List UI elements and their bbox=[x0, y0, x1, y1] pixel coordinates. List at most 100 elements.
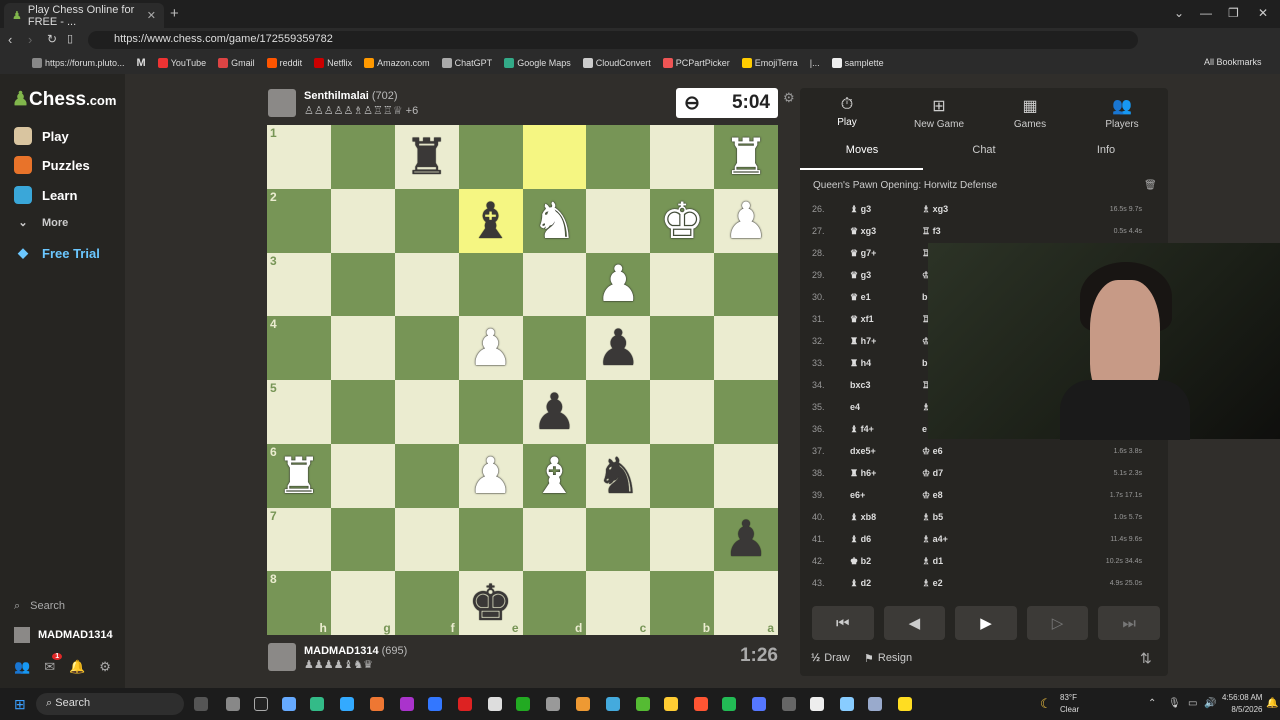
board-square[interactable]: ♟ bbox=[458, 443, 523, 508]
draw-button[interactable]: ½ Draw bbox=[811, 652, 850, 664]
white-move[interactable]: ♜ h4 bbox=[850, 358, 922, 369]
board-square[interactable] bbox=[650, 380, 715, 444]
black-move[interactable]: ♔ e8 bbox=[922, 490, 994, 501]
board-square[interactable] bbox=[586, 380, 651, 444]
nav-learn[interactable]: Learn bbox=[14, 186, 77, 204]
mic-icon[interactable]: 🎙 bbox=[1168, 698, 1181, 709]
board-square[interactable]: e ♚ bbox=[458, 571, 523, 635]
friends-icon[interactable]: 👥 bbox=[14, 659, 30, 675]
black-move[interactable]: ♗ a4+ bbox=[922, 534, 994, 545]
sidebar-search[interactable]: ⌕ Search bbox=[14, 600, 65, 613]
board-square[interactable] bbox=[650, 252, 715, 317]
bookmark-item[interactable]: Netflix bbox=[314, 58, 352, 68]
white-bishop-piece[interactable]: ♝ bbox=[532, 451, 577, 501]
weather-widget[interactable]: 83°F Clear bbox=[1060, 692, 1079, 716]
board-square[interactable] bbox=[586, 188, 651, 253]
board-square[interactable]: ♝ bbox=[522, 443, 587, 508]
white-rook-piece[interactable]: ♜ bbox=[277, 451, 322, 501]
board-square[interactable]: b bbox=[650, 571, 715, 635]
white-move[interactable]: bxc3 bbox=[850, 380, 922, 390]
board-square[interactable] bbox=[394, 380, 459, 444]
board-square[interactable] bbox=[394, 188, 459, 253]
white-move[interactable]: e6+ bbox=[850, 490, 922, 500]
board-square[interactable]: ♟ bbox=[586, 316, 651, 380]
tab-players[interactable]: 👥 Players bbox=[1077, 96, 1167, 130]
board-square[interactable]: 8h bbox=[267, 571, 331, 635]
back-icon[interactable]: ‹ bbox=[8, 32, 12, 47]
app-icon[interactable] bbox=[722, 697, 736, 711]
white-knight-piece[interactable]: ♞ bbox=[532, 196, 577, 246]
opening-name[interactable]: Queen's Pawn Opening: Horwitz Defense bbox=[813, 180, 997, 191]
white-pawn-piece[interactable]: ♟ bbox=[724, 196, 769, 246]
tab-play[interactable]: ⏱ Play bbox=[802, 96, 892, 128]
bookmark-item[interactable]: reddit bbox=[266, 58, 302, 68]
board-square[interactable]: ♟ bbox=[714, 188, 778, 253]
subtab-moves[interactable]: Moves bbox=[802, 144, 922, 156]
app-icon[interactable] bbox=[782, 697, 796, 711]
black-move[interactable]: ♔ d7 bbox=[922, 468, 994, 479]
opponent-name[interactable]: Senthilmalai (702) bbox=[304, 90, 398, 102]
black-knight-piece[interactable]: ♞ bbox=[596, 451, 641, 501]
white-move[interactable]: ♜ h6+ bbox=[850, 468, 922, 479]
board-square[interactable] bbox=[522, 252, 587, 317]
brave-icon[interactable] bbox=[694, 697, 708, 711]
board-square[interactable]: 6 ♜ bbox=[267, 443, 331, 508]
board-square[interactable] bbox=[714, 380, 778, 444]
bookmark-item[interactable]: CloudConvert bbox=[582, 58, 651, 68]
white-move[interactable]: ♝ xb8 bbox=[850, 512, 922, 523]
board-square[interactable] bbox=[714, 443, 778, 508]
app-icon[interactable] bbox=[606, 697, 620, 711]
board-square[interactable]: d bbox=[522, 571, 587, 635]
reload-icon[interactable]: ↻ bbox=[47, 32, 57, 46]
address-bar[interactable]: https://www.chess.com/game/172559359782 bbox=[88, 31, 1138, 49]
white-move[interactable]: ♛ xg3 bbox=[850, 226, 922, 237]
tab-games[interactable]: ▦ Games bbox=[985, 96, 1075, 130]
board-square[interactable]: ♝ bbox=[458, 188, 523, 253]
board-square[interactable]: a bbox=[714, 571, 778, 635]
flip-board-icon[interactable]: ⇅ bbox=[1140, 650, 1152, 667]
board-square[interactable] bbox=[330, 380, 395, 444]
app-icon[interactable] bbox=[898, 697, 912, 711]
system-clock[interactable]: 4:56:08 AM 8/5/2026 bbox=[1222, 692, 1262, 716]
black-move[interactable]: ♖ f3 bbox=[922, 226, 994, 237]
board-square[interactable] bbox=[650, 507, 715, 572]
board-square[interactable]: ♟ bbox=[458, 316, 523, 380]
nav-more[interactable]: ⌄ More bbox=[14, 216, 68, 230]
board-square[interactable]: 2 bbox=[267, 188, 331, 253]
bookmark-item[interactable]: PCPartPicker bbox=[662, 58, 730, 68]
app-icon[interactable] bbox=[428, 697, 442, 711]
black-move[interactable]: ♗ d1 bbox=[922, 556, 994, 567]
app-icon[interactable] bbox=[370, 697, 384, 711]
next-move-button[interactable]: ▷ bbox=[1026, 606, 1089, 640]
board-square[interactable]: 4 bbox=[267, 316, 331, 380]
bookmark-icon[interactable]: ▯ bbox=[67, 32, 73, 45]
board-square[interactable]: 7 bbox=[267, 507, 331, 572]
minimize-icon[interactable]: — bbox=[1200, 6, 1212, 20]
bookmark-item[interactable]: samplette bbox=[831, 58, 884, 68]
notifications-icon[interactable]: 🔔 bbox=[69, 659, 85, 675]
app-icon[interactable] bbox=[458, 697, 472, 711]
board-square[interactable] bbox=[458, 252, 523, 317]
first-move-button[interactable]: ⏮ bbox=[812, 606, 874, 640]
network-icon[interactable]: ▭ bbox=[1188, 698, 1197, 709]
app-icon[interactable] bbox=[282, 697, 296, 711]
tab-new-game[interactable]: ⊞ New Game bbox=[894, 96, 984, 130]
board-square[interactable]: 3 bbox=[267, 252, 331, 317]
task-view-icon[interactable] bbox=[194, 697, 208, 711]
white-king-piece[interactable]: ♚ bbox=[660, 196, 705, 246]
all-bookmarks[interactable]: All Bookmarks bbox=[1204, 57, 1262, 67]
board-square[interactable] bbox=[330, 252, 395, 317]
nav-play[interactable]: Play bbox=[14, 127, 69, 145]
board-square[interactable] bbox=[714, 316, 778, 380]
board-square[interactable]: ♟ bbox=[586, 252, 651, 317]
white-move[interactable]: ♝ d2 bbox=[850, 578, 922, 589]
steam-icon[interactable] bbox=[868, 697, 882, 711]
messages-icon[interactable]: ✉ 1 bbox=[44, 653, 63, 675]
black-bishop-piece[interactable]: ♝ bbox=[468, 196, 513, 246]
volume-icon[interactable]: 🔊 bbox=[1204, 698, 1216, 709]
black-pawn-piece[interactable]: ♟ bbox=[596, 323, 641, 373]
board-square[interactable] bbox=[458, 507, 523, 572]
board-square[interactable] bbox=[330, 188, 395, 253]
black-move[interactable]: ♔ e6 bbox=[922, 446, 994, 457]
last-move-button[interactable]: ⏭ bbox=[1098, 606, 1160, 640]
